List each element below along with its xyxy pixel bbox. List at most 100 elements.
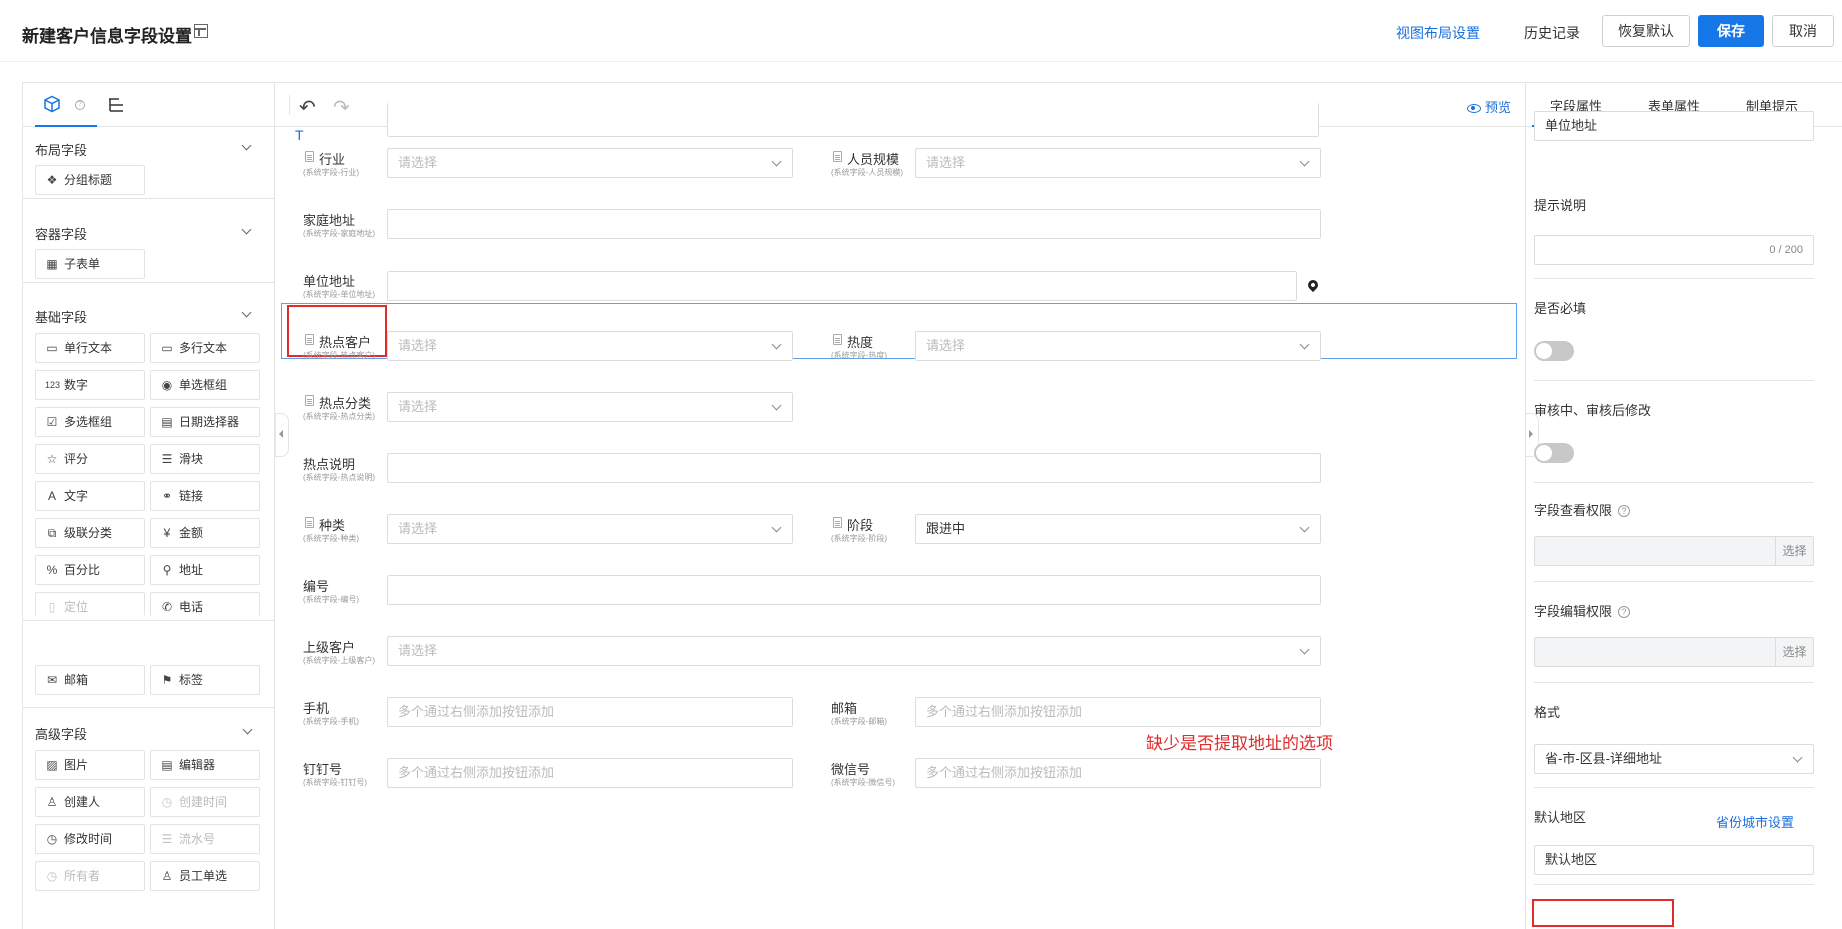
- hint-input[interactable]: 0 / 200: [1534, 235, 1814, 265]
- parent-customer-select[interactable]: 请选择: [387, 636, 1321, 666]
- radio-icon: ◉: [161, 378, 173, 392]
- view-permission-input[interactable]: 选择: [1534, 536, 1814, 566]
- palette-item-label: 链接: [179, 489, 204, 503]
- palette-item-slider[interactable]: ☰ 滑块: [150, 444, 260, 474]
- review-edit-toggle[interactable]: [1534, 443, 1574, 463]
- palette-item-address[interactable]: ⚲ 地址: [150, 555, 260, 585]
- select-placeholder: 请选择: [398, 338, 438, 353]
- undo-icon[interactable]: ↶: [299, 95, 316, 120]
- staff-scale-select[interactable]: 请选择: [915, 148, 1321, 178]
- layout-icon[interactable]: [194, 24, 208, 38]
- cascade-icon: ⧉: [47, 526, 57, 540]
- work-address-input[interactable]: [387, 271, 1297, 301]
- industry-select[interactable]: 请选择: [387, 148, 793, 178]
- edit-permission-input[interactable]: 选择: [1534, 637, 1814, 667]
- palette-item-editor[interactable]: ▤ 编辑器: [150, 750, 260, 780]
- mobile-input[interactable]: 多个通过右侧添加按钮添加: [387, 697, 793, 727]
- wechat-input[interactable]: 多个通过右侧添加按钮添加: [915, 758, 1321, 788]
- palette-item-label: 邮箱: [64, 673, 89, 687]
- chevron-down-icon[interactable]: [241, 140, 252, 151]
- palette-item-tag[interactable]: ⚑ 标签: [150, 665, 260, 695]
- required-toggle[interactable]: [1534, 341, 1574, 361]
- heat-select[interactable]: 请选择: [915, 331, 1321, 361]
- section-title: 布局字段: [35, 143, 88, 158]
- field-sub-label: (系统字段-热度): [831, 351, 887, 360]
- palette-item-mail[interactable]: ✉ 邮箱: [35, 665, 145, 695]
- palette-item-single-line-text[interactable]: ▭ 单行文本: [35, 333, 145, 363]
- chevron-down-icon[interactable]: [241, 224, 252, 235]
- hot-category-select[interactable]: 请选择: [387, 392, 793, 422]
- help-icon[interactable]: ?: [75, 100, 85, 110]
- help-icon[interactable]: ?: [1618, 505, 1631, 517]
- palette-item-modify-time[interactable]: ◷ 修改时间: [35, 824, 145, 854]
- field-label: 热点说明: [303, 457, 356, 472]
- palette-item-percent[interactable]: % 百分比: [35, 555, 145, 585]
- palette-item-date-picker[interactable]: ▤ 日期选择器: [150, 407, 260, 437]
- collapse-left-panel-handle[interactable]: [275, 413, 289, 457]
- stage-select[interactable]: 跟进中: [915, 514, 1321, 544]
- palette-item-cascade[interactable]: ⧉ 级联分类: [35, 518, 145, 548]
- palette-item-checkbox-group[interactable]: ☑ 多选框组: [35, 407, 145, 437]
- money-icon: ¥: [163, 526, 171, 540]
- palette-item-rating[interactable]: ☆ 评分: [35, 444, 145, 474]
- default-region-label: 默认地区: [1534, 810, 1587, 825]
- palette-item-radio-group[interactable]: ◉ 单选框组: [150, 370, 260, 400]
- palette-item-label: 流水号: [179, 832, 216, 846]
- palette-item-phone[interactable]: ✆ 电话: [150, 592, 260, 616]
- redo-icon[interactable]: ↷: [333, 95, 350, 120]
- user-icon: ♙: [161, 869, 173, 883]
- field-name-input[interactable]: 单位地址: [1534, 111, 1814, 141]
- view-permission-label: 字段查看权限?: [1534, 500, 1631, 519]
- palette-item-image[interactable]: ▨ 图片: [35, 750, 145, 780]
- field-sub-label: (系统字段-家庭地址): [303, 229, 375, 238]
- cube-icon[interactable]: [43, 95, 61, 113]
- single-line-text-icon: ▭: [46, 341, 58, 355]
- palette-item-subform[interactable]: ▦ 子表单: [35, 249, 145, 279]
- edit-permission-select-button[interactable]: 选择: [1775, 638, 1813, 666]
- cancel-button[interactable]: 取消: [1772, 15, 1834, 47]
- chevron-down-icon[interactable]: [242, 724, 253, 735]
- input-placeholder: 多个通过右侧添加按钮添加: [926, 765, 1083, 780]
- field-label: 家庭地址: [303, 213, 356, 228]
- palette-item-label: 文字: [64, 489, 89, 503]
- default-region-input[interactable]: 默认地区: [1534, 845, 1814, 875]
- restore-default-button[interactable]: 恢复默认: [1602, 15, 1690, 47]
- dingtalk-input[interactable]: 多个通过右侧添加按钮添加: [387, 758, 793, 788]
- palette-item-link[interactable]: ⚭ 链接: [150, 481, 260, 511]
- chevron-down-icon[interactable]: [241, 307, 252, 318]
- select-value: 跟进中: [926, 521, 966, 536]
- home-address-input[interactable]: [387, 209, 1321, 239]
- section-basic-fields: 基础字段 ▭ 单行文本 ▭ 多行文本 123 数字 ◉ 单选框组 ☑ 多选框组 ▤ 日期选择…: [23, 283, 274, 621]
- hot-description-input[interactable]: [387, 453, 1321, 483]
- clock-icon: ◷: [161, 795, 173, 809]
- field-sub-label: (系统字段-手机): [303, 717, 359, 726]
- divider: [1534, 278, 1814, 279]
- hot-customer-select[interactable]: 请选择: [387, 331, 793, 361]
- section-title: 基础字段: [35, 310, 88, 325]
- palette-item-multi-line-text[interactable]: ▭ 多行文本: [150, 333, 260, 363]
- palette-tabs: ?: [23, 83, 274, 127]
- province-city-setting-link[interactable]: 省份城市设置: [1716, 812, 1794, 831]
- view-layout-link[interactable]: 视图布局设置: [1396, 23, 1480, 43]
- format-select[interactable]: 省-市-区县-详细地址: [1534, 744, 1814, 774]
- palette-item-money[interactable]: ¥ 金额: [150, 518, 260, 548]
- palette-item-employee-single[interactable]: ♙ 员工单选: [150, 861, 260, 891]
- location-pin-icon[interactable]: [1305, 277, 1321, 293]
- palette-item-label: 百分比: [64, 563, 101, 577]
- preview-button[interactable]: 预览: [1466, 97, 1511, 116]
- help-icon[interactable]: ?: [1618, 606, 1631, 618]
- save-button[interactable]: 保存: [1698, 15, 1764, 47]
- email-input[interactable]: 多个通过右侧添加按钮添加: [915, 697, 1321, 727]
- view-permission-select-button[interactable]: 选择: [1775, 537, 1813, 565]
- code-input[interactable]: [387, 575, 1321, 605]
- cut-off-input[interactable]: [387, 103, 1319, 137]
- field-label: 邮箱: [831, 701, 858, 716]
- category-select[interactable]: 请选择: [387, 514, 793, 544]
- palette-item-create-time: ◷ 创建时间: [150, 787, 260, 817]
- history-link[interactable]: 历史记录: [1524, 23, 1580, 43]
- palette-item-group-title[interactable]: ❖ 分组标题: [35, 165, 145, 195]
- palette-item-text[interactable]: A 文字: [35, 481, 145, 511]
- palette-item-number[interactable]: 123 数字: [35, 370, 145, 400]
- palette-item-creator[interactable]: ♙ 创建人: [35, 787, 145, 817]
- tree-outline-icon[interactable]: [107, 96, 125, 114]
